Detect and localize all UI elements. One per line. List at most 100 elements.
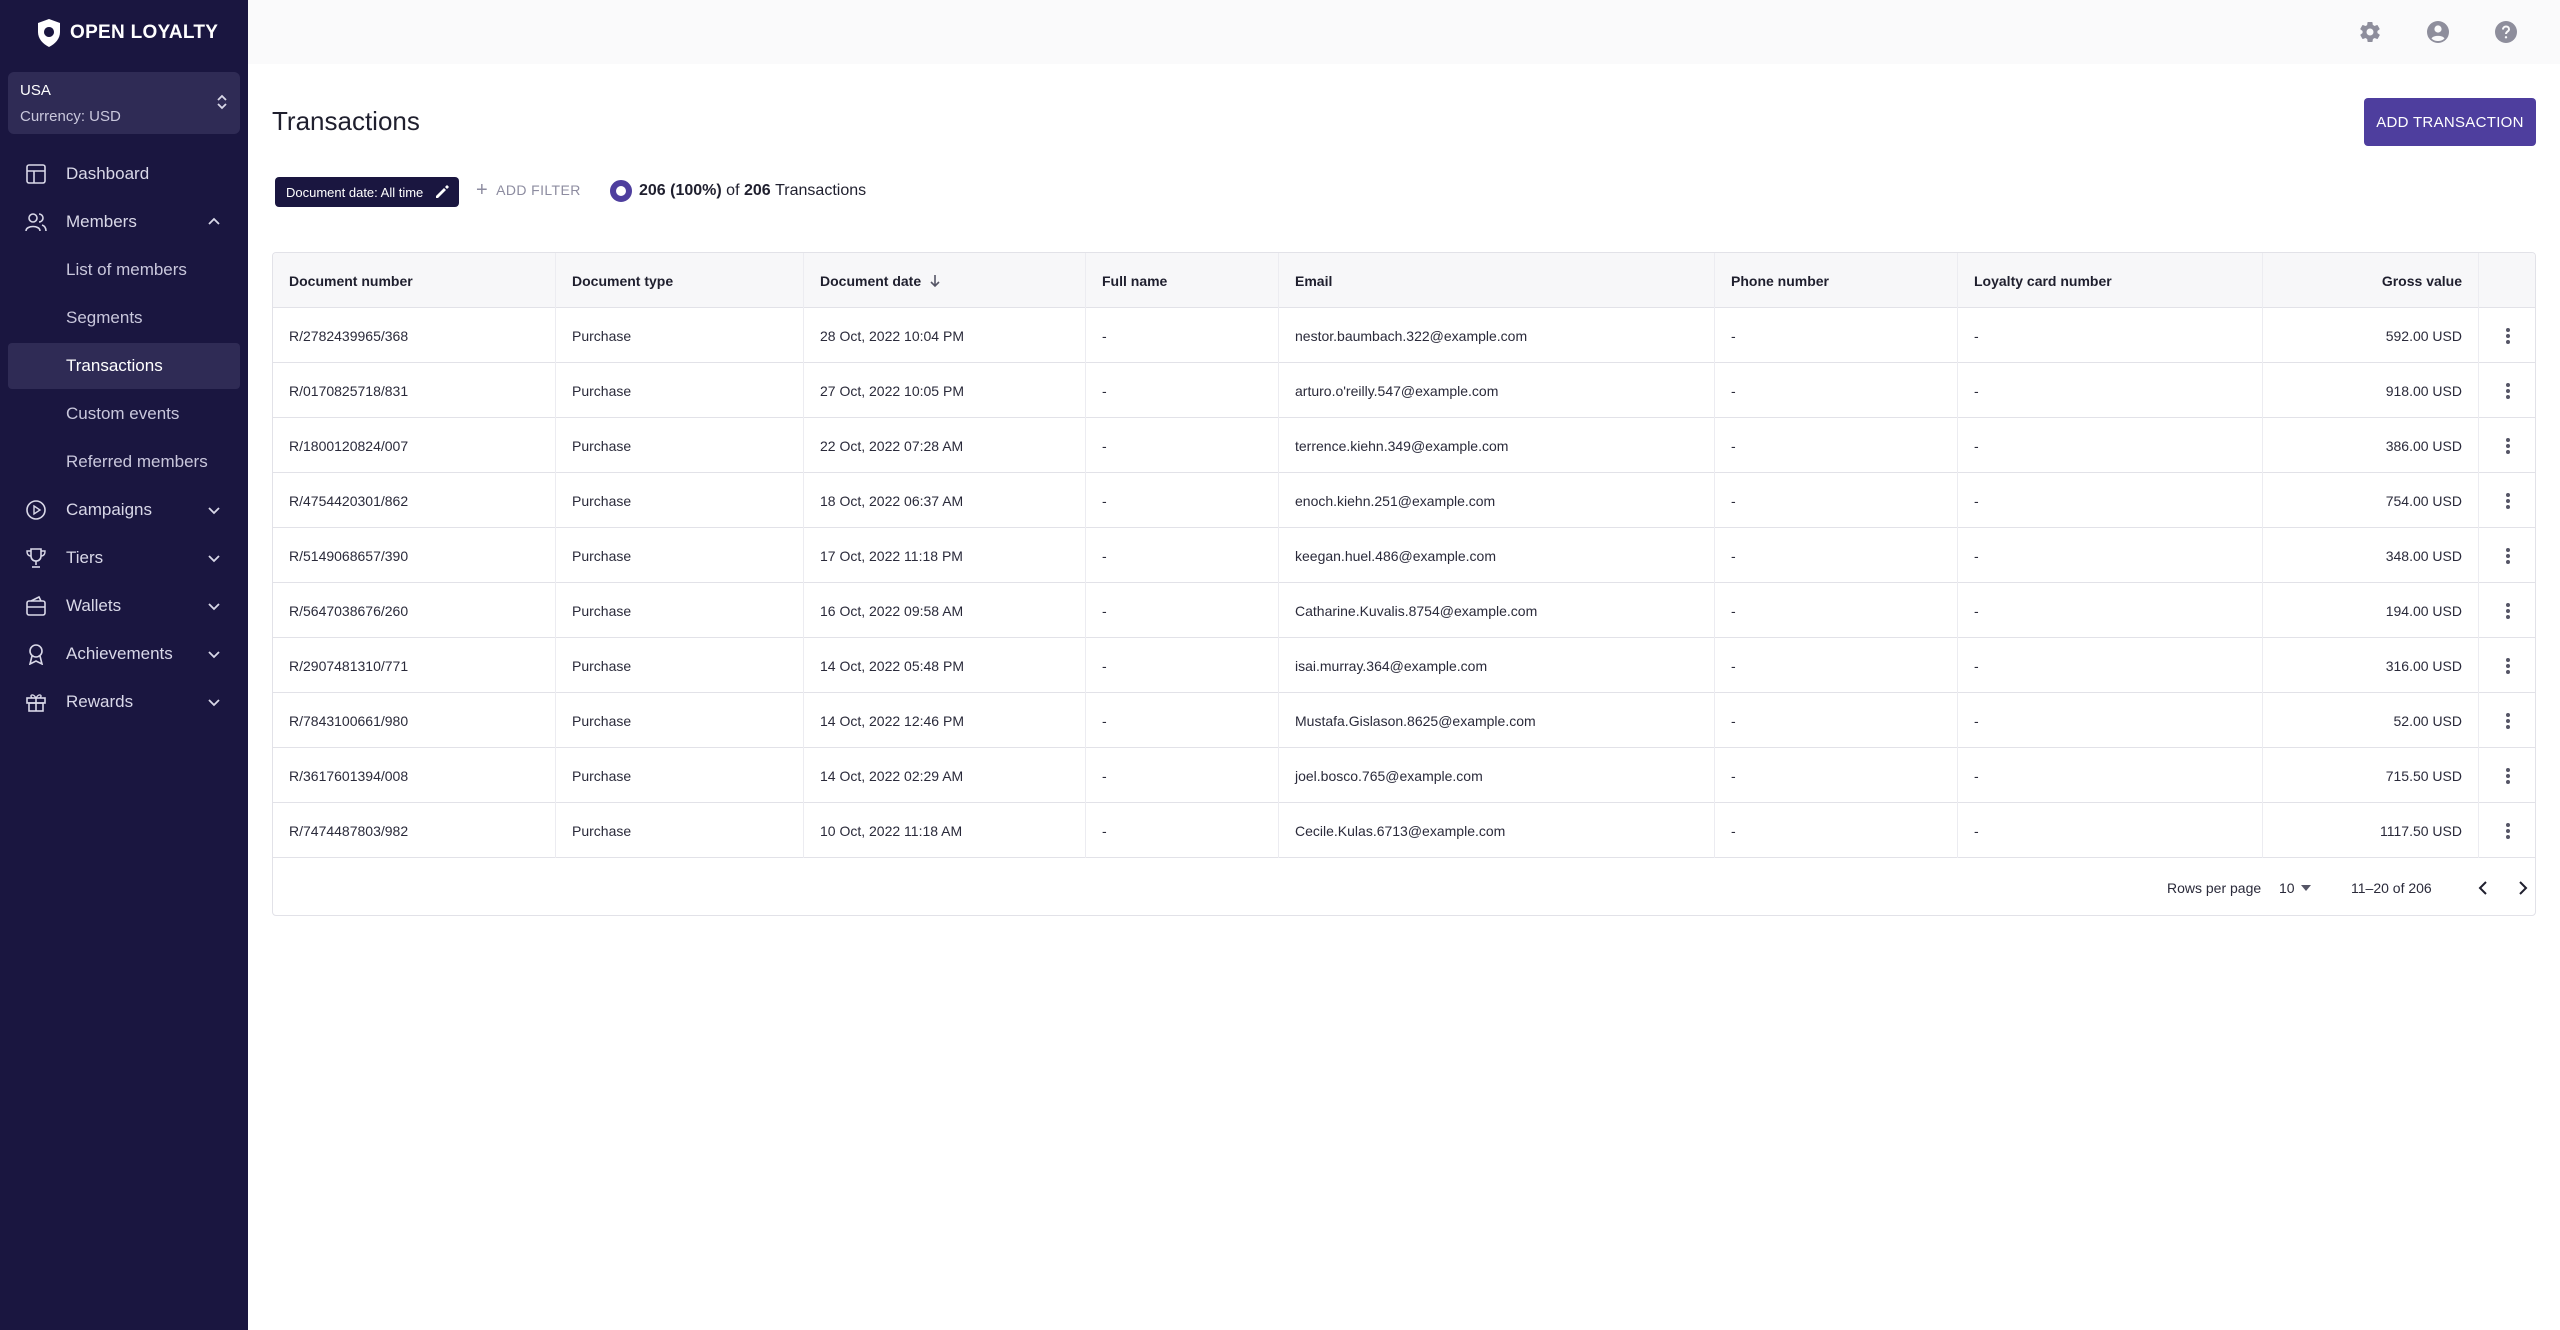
table-row[interactable]: R/3617601394/008 Purchase 14 Oct, 2022 02:…: [273, 748, 2535, 803]
table-row[interactable]: R/2907481310/771 Purchase 14 Oct, 2022 05:…: [273, 638, 2535, 693]
row-actions-button[interactable]: [2479, 583, 2535, 638]
table-row[interactable]: R/7474487803/982 Purchase 10 Oct, 2022 11:…: [273, 803, 2535, 858]
column-header-document-type[interactable]: Document type: [556, 253, 804, 308]
sidebar-subitem-label: Segments: [66, 308, 143, 327]
sidebar-subitem-custom-events[interactable]: Custom events: [8, 391, 240, 437]
row-actions-button[interactable]: [2479, 418, 2535, 473]
sidebar-subitem-referred-members[interactable]: Referred members: [8, 439, 240, 485]
table-row[interactable]: R/2782439965/368 Purchase 28 Oct, 2022 10:…: [273, 308, 2535, 363]
pagination-range: 11–20 of 206: [2351, 880, 2432, 896]
column-header-document-date[interactable]: Document date: [804, 253, 1086, 308]
account-circle-icon[interactable]: [2426, 20, 2450, 44]
table-row[interactable]: R/1800120824/007 Purchase 22 Oct, 2022 07:…: [273, 418, 2535, 473]
cell-gross-value: 918.00 USD: [2263, 363, 2479, 418]
help-icon[interactable]: [2494, 20, 2518, 44]
cell-document-date: 16 Oct, 2022 09:58 AM: [804, 583, 1086, 638]
row-actions-button[interactable]: [2479, 803, 2535, 858]
trophy-icon: [26, 548, 46, 568]
table-row[interactable]: R/5149068657/390 Purchase 17 Oct, 2022 11:…: [273, 528, 2535, 583]
filter-chip-document-date[interactable]: Document date: All time: [275, 177, 460, 207]
table-row[interactable]: R/5647038676/260 Purchase 16 Oct, 2022 09:…: [273, 583, 2535, 638]
sidebar-subitem-label: Referred members: [66, 452, 208, 471]
cell-phone-number: -: [1715, 693, 1958, 748]
cell-document-date: 10 Oct, 2022 11:18 AM: [804, 803, 1086, 858]
cell-phone-number: -: [1715, 363, 1958, 418]
cell-document-number: R/2782439965/368: [273, 308, 556, 363]
row-actions-button[interactable]: [2479, 308, 2535, 363]
region-currency: Currency: USD: [20, 108, 121, 125]
column-header-document-number[interactable]: Document number: [273, 253, 556, 308]
column-header-full-name[interactable]: Full name: [1086, 253, 1279, 308]
rows-per-page-select[interactable]: 10: [2279, 880, 2311, 896]
cell-document-type: Purchase: [556, 308, 804, 363]
cell-gross-value: 1117.50 USD: [2263, 803, 2479, 858]
region-selector[interactable]: USA Currency: USD: [8, 72, 240, 134]
filter-chip-label: Document date: All time: [286, 184, 424, 200]
cell-document-number: R/2907481310/771: [273, 638, 556, 693]
cell-gross-value: 386.00 USD: [2263, 418, 2479, 473]
cell-gross-value: 715.50 USD: [2263, 748, 2479, 803]
add-filter-button[interactable]: + ADD FILTER: [476, 179, 581, 201]
transactions-table: Document number Document type Document d…: [272, 252, 2536, 916]
column-header-email[interactable]: Email: [1279, 253, 1715, 308]
cell-full-name: -: [1086, 528, 1279, 583]
cell-email: Mustafa.Gislason.8625@example.com: [1279, 693, 1715, 748]
row-actions-button[interactable]: [2479, 693, 2535, 748]
column-header-phone-number[interactable]: Phone number: [1715, 253, 1958, 308]
shield-logo-icon: [38, 19, 60, 47]
cell-document-number: R/7843100661/980: [273, 693, 556, 748]
row-actions-button[interactable]: [2479, 748, 2535, 803]
sidebar-item-rewards[interactable]: Rewards: [8, 679, 240, 725]
chevron-right-icon[interactable]: [2513, 878, 2533, 898]
count-label: Transactions: [775, 182, 867, 199]
sidebar-item-tiers[interactable]: Tiers: [8, 535, 240, 581]
chevron-left-icon[interactable]: [2473, 878, 2493, 898]
cell-document-type: Purchase: [556, 803, 804, 858]
sidebar-item-label: Rewards: [66, 692, 134, 711]
row-actions-button[interactable]: [2479, 528, 2535, 583]
sidebar-subitem-list-of-members[interactable]: List of members: [8, 247, 240, 293]
row-actions-button[interactable]: [2479, 473, 2535, 528]
members-icon: [25, 213, 47, 232]
more-vert-icon: [2506, 657, 2510, 674]
dashboard-icon: [26, 164, 46, 184]
cell-email: isai.murray.364@example.com: [1279, 638, 1715, 693]
row-actions-button[interactable]: [2479, 638, 2535, 693]
sidebar-item-label: Campaigns: [66, 500, 152, 519]
column-header-gross-value[interactable]: Gross value: [2263, 253, 2479, 308]
play-circle-icon: [26, 500, 46, 520]
chevron-down-icon: [208, 507, 220, 515]
chevron-down-icon: [208, 699, 220, 707]
sidebar-item-campaigns[interactable]: Campaigns: [8, 487, 240, 533]
cell-email: nestor.baumbach.322@example.com: [1279, 308, 1715, 363]
sidebar-item-label: Dashboard: [66, 164, 150, 183]
cell-email: terrence.kiehn.349@example.com: [1279, 418, 1715, 473]
app-logo[interactable]: OPEN LOYALTY: [36, 18, 218, 48]
cell-document-type: Purchase: [556, 418, 804, 473]
cell-full-name: -: [1086, 803, 1279, 858]
cell-document-number: R/4754420301/862: [273, 473, 556, 528]
cell-document-date: 17 Oct, 2022 11:18 PM: [804, 528, 1086, 583]
sidebar-item-members[interactable]: Members: [8, 199, 240, 245]
cell-gross-value: 348.00 USD: [2263, 528, 2479, 583]
sidebar-subitem-label: List of members: [66, 260, 187, 279]
sidebar-subitem-segments[interactable]: Segments: [8, 295, 240, 341]
add-transaction-button[interactable]: ADD TRANSACTION: [2364, 98, 2536, 146]
cell-full-name: -: [1086, 363, 1279, 418]
sidebar-subitem-transactions[interactable]: Transactions: [8, 343, 240, 389]
sidebar-item-achievements[interactable]: Achievements: [8, 631, 240, 677]
plus-icon: +: [476, 179, 489, 201]
table-row[interactable]: R/0170825718/831 Purchase 27 Oct, 2022 10:…: [273, 363, 2535, 418]
gear-icon[interactable]: [2358, 20, 2382, 44]
cell-gross-value: 316.00 USD: [2263, 638, 2479, 693]
row-actions-button[interactable]: [2479, 363, 2535, 418]
table-row[interactable]: R/4754420301/862 Purchase 18 Oct, 2022 06:…: [273, 473, 2535, 528]
table-row[interactable]: R/7843100661/980 Purchase 14 Oct, 2022 12:…: [273, 693, 2535, 748]
region-name: USA: [20, 82, 51, 99]
sidebar-item-wallets[interactable]: Wallets: [8, 583, 240, 629]
column-header-loyalty-card-number[interactable]: Loyalty card number: [1958, 253, 2263, 308]
more-vert-icon: [2506, 547, 2510, 564]
count-shown: 206 (100%): [639, 182, 722, 199]
sidebar-item-dashboard[interactable]: Dashboard: [8, 151, 240, 197]
more-vert-icon: [2506, 492, 2510, 509]
